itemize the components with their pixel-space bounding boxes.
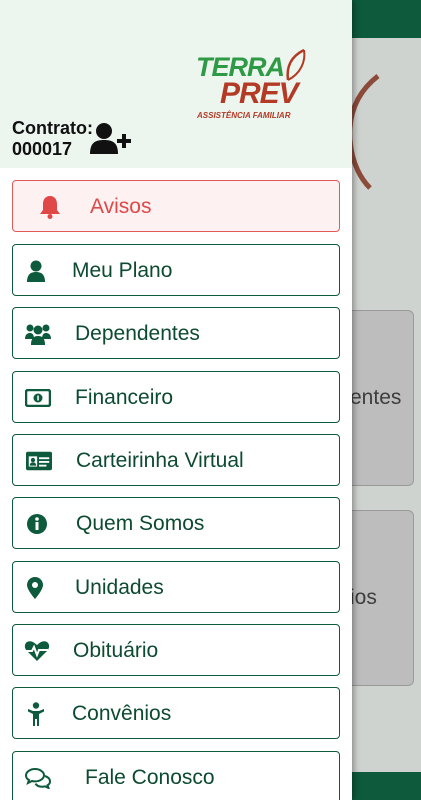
info-circle-icon [24,511,50,537]
user-plus-icon[interactable] [90,122,132,156]
contract-label: Contrato: [12,118,93,138]
heartbeat-icon [24,638,50,664]
menu-item-label: Quem Somos [76,512,205,535]
comments-icon [25,765,51,791]
logo-subtitle: ASSISTÊNCIA FAMILIAR [197,111,291,120]
child-icon [23,701,49,727]
menu-item-label: Meu Plano [72,259,173,282]
menu-item-label: Unidades [75,576,164,599]
menu-item-label: Avisos [90,195,152,218]
menu-item-quem-somos[interactable]: Quem Somos [12,497,340,549]
menu-item-label: Carteirinha Virtual [76,449,244,472]
menu-item-obituario[interactable]: Obituário [12,624,340,676]
user-icon [23,258,49,284]
leaf-icon [286,48,306,81]
contract-info: Contrato: 000017 [12,118,93,160]
menu-item-meu-plano[interactable]: Meu Plano [12,244,340,296]
navigation-drawer: TERRA PREV ASSISTÊNCIA FAMILIAR Contrato… [0,0,352,800]
menu-item-financeiro[interactable]: Financeiro [12,371,340,423]
menu-item-label: Fale Conosco [85,766,215,789]
terraprev-logo: TERRA PREV ASSISTÊNCIA FAMILIAR [196,48,314,124]
menu-item-label: Financeiro [75,386,174,409]
menu-item-avisos[interactable]: Avisos [12,180,340,232]
menu-item-label: Dependentes [75,322,200,345]
menu-item-fale-conosco[interactable]: Fale Conosco [12,751,340,800]
menu-item-label: Convênios [72,702,172,725]
bell-icon [37,194,63,220]
contract-number: 000017 [12,139,73,159]
menu-item-carteirinha-virtual[interactable]: Carteirinha Virtual [12,434,340,486]
menu-item-convenios[interactable]: Convênios [12,687,340,739]
money-bill-icon [25,385,51,411]
id-card-icon [26,448,52,474]
map-marker-icon [22,575,48,601]
menu-item-unidades[interactable]: Unidades [12,561,340,613]
drawer-header: TERRA PREV ASSISTÊNCIA FAMILIAR Contrato… [0,0,352,168]
menu-item-dependentes[interactable]: Dependentes [12,307,340,359]
menu-item-label: Obituário [73,639,159,662]
users-icon [25,321,51,347]
